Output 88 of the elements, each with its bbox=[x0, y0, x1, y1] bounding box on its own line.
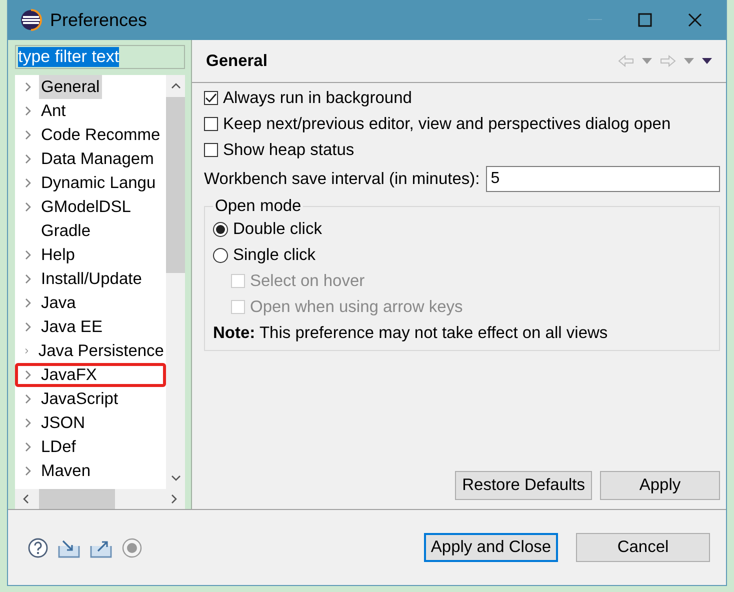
chevron-right-icon[interactable] bbox=[25, 250, 31, 260]
default-button[interactable]: Apply and Close bbox=[424, 533, 558, 562]
tree-item[interactable]: Gradle bbox=[15, 219, 166, 243]
tree-item[interactable]: LDef bbox=[15, 435, 166, 459]
radio-label: Double click bbox=[233, 220, 322, 238]
checkbox-label: Always run in background bbox=[223, 88, 412, 108]
tree-item-label: LDef bbox=[40, 437, 77, 458]
close-icon[interactable] bbox=[688, 13, 702, 27]
checkbox[interactable] bbox=[204, 117, 218, 131]
radio-button[interactable] bbox=[213, 222, 228, 236]
tree-item-label: Help bbox=[40, 245, 76, 266]
note-text: Note: This preference may not take effect on all views bbox=[213, 323, 609, 344]
tree-item-label: Maven bbox=[40, 461, 92, 482]
tree-item-label: Install/Update bbox=[40, 269, 143, 290]
dialog-button[interactable]: Cancel bbox=[576, 533, 710, 562]
scroll-left-icon[interactable] bbox=[23, 494, 29, 504]
tree-item-label: Java Persistence bbox=[37, 341, 165, 362]
radio-label: Single click bbox=[233, 246, 316, 264]
checkbox-label: Keep next/previous editor, view and perspectives dialog open bbox=[223, 114, 671, 134]
view-menu-icon[interactable] bbox=[702, 58, 712, 64]
tree-item-label: Code Recomme bbox=[40, 125, 162, 146]
tree-item-label: Dynamic Langu bbox=[40, 173, 157, 194]
chevron-right-icon[interactable] bbox=[25, 106, 31, 116]
chevron-right-icon[interactable] bbox=[25, 442, 31, 452]
tree-item[interactable]: General bbox=[15, 75, 166, 99]
checkbox-label: Select on hover bbox=[250, 272, 365, 290]
maximize-icon[interactable] bbox=[638, 13, 652, 27]
tree-item-label: Gradle bbox=[40, 221, 92, 242]
scroll-up-icon[interactable] bbox=[170, 83, 180, 89]
chevron-right-icon[interactable] bbox=[25, 418, 31, 428]
checkbox-label: Open when using arrow keys bbox=[250, 298, 463, 316]
dropdown-icon[interactable] bbox=[642, 58, 652, 64]
tree-item-label: GModelDSL bbox=[40, 197, 132, 218]
tree-item[interactable]: Ant bbox=[15, 99, 166, 123]
tree-item[interactable]: Dynamic Langu bbox=[15, 171, 166, 195]
help-icon[interactable] bbox=[28, 538, 48, 558]
chevron-right-icon[interactable] bbox=[25, 82, 31, 92]
tree-item-label: Ant bbox=[40, 101, 67, 122]
checkbox-label: Show heap status bbox=[223, 140, 354, 160]
chevron-right-icon[interactable] bbox=[25, 274, 31, 284]
chevron-right-icon[interactable] bbox=[25, 130, 31, 140]
chevron-right-icon[interactable] bbox=[25, 466, 31, 476]
window-title: Preferences bbox=[50, 10, 148, 30]
page-button[interactable]: Restore Defaults bbox=[455, 471, 592, 500]
import-icon[interactable] bbox=[58, 538, 80, 558]
page-title: General bbox=[206, 52, 268, 70]
tree-item-label: JSON bbox=[40, 413, 86, 434]
interval-input-field[interactable]: 5 bbox=[486, 166, 720, 192]
filter-field[interactable]: type filter text bbox=[15, 45, 185, 69]
horizontal-scrollbar[interactable] bbox=[15, 489, 185, 509]
vertical-scrollbar[interactable] bbox=[166, 75, 185, 489]
chevron-right-icon[interactable] bbox=[25, 370, 31, 380]
tree-item-label: Java bbox=[40, 293, 77, 314]
scroll-down-icon[interactable] bbox=[170, 475, 180, 481]
chevron-right-icon[interactable] bbox=[25, 178, 31, 188]
tree-item[interactable]: Java EE bbox=[15, 315, 166, 339]
tree-item[interactable]: Install/Update bbox=[15, 267, 166, 291]
tree-item-label: Data Managem bbox=[40, 149, 155, 170]
group-title: Open mode bbox=[214, 197, 302, 216]
scroll-right-icon[interactable] bbox=[171, 494, 177, 504]
tree-item[interactable]: GModelDSL bbox=[15, 195, 166, 219]
tree-item[interactable]: Maven bbox=[15, 459, 166, 483]
dropdown-icon[interactable] bbox=[684, 58, 694, 64]
radio-button[interactable] bbox=[213, 248, 228, 262]
checkbox[interactable] bbox=[204, 91, 218, 105]
field-label: Workbench save interval (in minutes): bbox=[204, 170, 480, 188]
tree-item[interactable]: Java bbox=[15, 291, 166, 315]
page-button[interactable]: Apply bbox=[600, 471, 720, 500]
tree-item[interactable]: Data Managem bbox=[15, 147, 166, 171]
tree-item-label: Java EE bbox=[40, 317, 104, 338]
eclipse-icon bbox=[20, 9, 42, 31]
tree-item[interactable]: Java Persistence bbox=[15, 339, 166, 363]
tree-item-label: General bbox=[39, 75, 102, 99]
chevron-right-icon[interactable] bbox=[25, 394, 31, 404]
chevron-right-icon[interactable] bbox=[25, 298, 31, 308]
chevron-right-icon[interactable] bbox=[25, 322, 31, 332]
chevron-right-icon[interactable] bbox=[25, 346, 28, 356]
tree-item[interactable]: Help bbox=[15, 243, 166, 267]
tree-item[interactable]: JavaScript bbox=[15, 387, 166, 411]
record-icon[interactable] bbox=[122, 538, 142, 558]
tree-item[interactable]: JSON bbox=[15, 411, 166, 435]
tree-item[interactable]: Code Recomme bbox=[15, 123, 166, 147]
tree-item-label: JavaFX bbox=[40, 365, 98, 386]
tree-item-label: JavaScript bbox=[40, 389, 120, 410]
chevron-right-icon[interactable] bbox=[25, 154, 31, 164]
checkbox[interactable] bbox=[204, 143, 218, 157]
chevron-right-icon[interactable] bbox=[25, 202, 31, 212]
highlighted-tree-item[interactable]: JavaFX bbox=[15, 363, 166, 387]
